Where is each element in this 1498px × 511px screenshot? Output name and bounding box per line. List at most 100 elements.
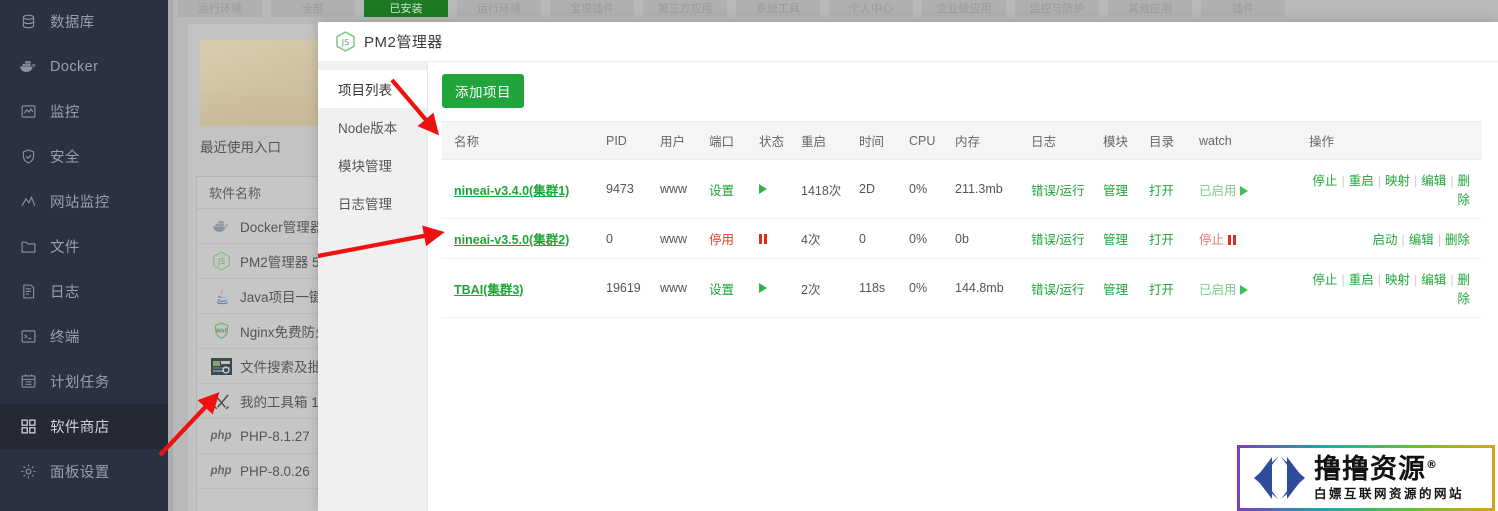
restart-count: 4次 [801,233,821,247]
category-tab-8[interactable]: 企业级应用 [922,0,1006,17]
status-stopped-icon [759,233,768,244]
pm2-manager-dialog: JS PM2管理器 项目列表 Node版本 模块管理 日志管理 添加项目 名称 PID 用… [318,22,1498,511]
op-link-3[interactable]: 编辑 [1421,273,1446,287]
filesearch-icon [209,356,233,376]
port-link[interactable]: 设置 [709,184,734,198]
category-tab-9[interactable]: 监控与防护 [1015,0,1099,17]
module-link[interactable]: 管理 [1103,283,1128,297]
dialog-header: JS PM2管理器 [318,22,1498,62]
log-link[interactable]: 错误/运行 [1031,233,1084,247]
tab-label: 运行环境 [198,3,242,15]
module-link[interactable]: 管理 [1103,233,1128,247]
op-link-1[interactable]: 编辑 [1409,233,1434,247]
sidebar-item-9[interactable]: 计划任务 [0,359,173,404]
op-link-3[interactable]: 编辑 [1421,174,1446,188]
sidebar-item-5[interactable]: 网站监控 [0,179,173,224]
table-row: nineai-v3.4.0(集群1) 9473 www 设置 1418次 2D 0% 211.… [442,159,1482,219]
category-tab-0[interactable]: 运行环境 [178,0,262,17]
directory-link[interactable]: 打开 [1149,233,1174,247]
tab-label: 第三方应用 [657,3,713,15]
category-tab-11[interactable]: 插件 [1201,0,1285,17]
add-project-button[interactable]: 添加项目 [442,74,524,108]
project-pid: 9473 [606,182,634,196]
op-link-2[interactable]: 删除 [1445,233,1470,247]
operations-cell: 停止 | 重启 | 映射 | 编辑 | 删除 [1309,159,1482,219]
sidebar-item-label: 日志 [50,285,80,301]
project-name-link[interactable]: nineai-v3.4.0(集群1) [454,184,569,198]
op-link-1[interactable]: 重启 [1349,174,1374,188]
sidebar-item-2[interactable]: Docker [0,44,173,89]
category-tab-1[interactable]: 全部 [271,0,355,17]
category-tab-5[interactable]: 第三方应用 [643,0,727,17]
watch-status[interactable]: 已启用 [1199,184,1237,198]
category-tab-2[interactable]: 已安装 [364,0,448,17]
op-link-2[interactable]: 映射 [1385,273,1410,287]
php-icon: php [210,430,232,442]
column-header-1: PID [606,121,660,160]
dialog-side-menu[interactable]: 项目列表 Node版本 模块管理 日志管理 [318,62,428,511]
op-separator: | [1341,174,1345,188]
sidebar-item-7[interactable]: 日志 [0,269,173,314]
port-link[interactable]: 设置 [709,283,734,297]
category-tab-3[interactable]: 运行环境 [457,0,541,17]
operations-cell: 停止 | 重启 | 映射 | 编辑 | 删除 [1309,258,1482,318]
project-state [759,258,801,318]
sidebar-item-label: Docker [50,58,99,75]
category-tab-7[interactable]: 个人中心 [829,0,913,17]
memory-usage: 211.3mb [955,182,1003,196]
tab-label: 已安装 [389,3,423,15]
op-link-0[interactable]: 停止 [1312,273,1337,287]
log-link[interactable]: 错误/运行 [1031,184,1084,198]
sidebar-item-4[interactable]: 安全 [0,134,173,179]
sidebar-item-11[interactable]: 面板设置 [0,449,173,494]
project-name-link[interactable]: TBAI(集群3) [454,283,523,297]
watch-status[interactable]: 停止 [1199,233,1224,247]
sidebar-scrollbar[interactable] [168,0,173,511]
category-tab-4[interactable]: 宝塔插件 [550,0,634,17]
sidebar-item-10[interactable]: 软件商店 [0,404,173,449]
calendar-icon [17,373,39,391]
column-header-5: 重启 [801,121,859,160]
main-sidebar[interactable]: PHP数据库Docker监控安全网站监控文件日志终端计划任务软件商店面板设置 [0,0,173,511]
column-header-label: 用户 [660,135,686,149]
dialog-main-panel: 添加项目 名称 PID 用户 端口 状态 重启 时间 CPU 内存 日志 模块 目录 watch 操作 n… [428,62,1498,511]
column-header-0: 名称 [442,121,606,160]
category-tab-bar[interactable]: 运行环境 全部 已安装 运行环境 宝塔插件 第三方应用 系统工具 个人中心 企业级应用 监控与防护… [178,0,1498,17]
op-link-4[interactable]: 删除 [1457,174,1470,207]
sidebar-item-6[interactable]: 文件 [0,224,173,269]
category-tab-10[interactable]: 其他应用 [1108,0,1192,17]
port-link[interactable]: 停用 [709,233,734,247]
column-header-label: 目录 [1149,135,1175,149]
dialog-menu-item-0[interactable]: 项目列表 [318,70,427,108]
cpu-usage: 0% [909,281,928,295]
category-tab-6[interactable]: 系统工具 [736,0,820,17]
op-link-4[interactable]: 删除 [1457,273,1470,306]
sidebar-item-1[interactable]: 数据库 [0,0,173,44]
sidebar-item-3[interactable]: 监控 [0,89,173,134]
op-separator: | [1450,273,1454,287]
watch-stopped-icon [1227,235,1237,245]
column-header-label: PID [606,133,627,148]
docker-icon [17,58,39,76]
op-link-1[interactable]: 重启 [1349,273,1374,287]
op-link-0[interactable]: 停止 [1312,174,1337,188]
op-link-0[interactable]: 启动 [1372,233,1397,247]
table-row: nineai-v3.5.0(集群2) 0 www 停用 4次 0 0% 0b 错误/运行 管理 打开… [442,218,1482,259]
op-link-2[interactable]: 映射 [1385,174,1410,188]
dialog-menu-item-2[interactable]: 模块管理 [318,146,427,184]
op-separator: | [1450,174,1454,188]
directory-link[interactable]: 打开 [1149,184,1174,198]
sidebar-item-8[interactable]: 终端 [0,314,173,359]
module-link[interactable]: 管理 [1103,184,1128,198]
directory-link[interactable]: 打开 [1149,283,1174,297]
shield-icon [17,148,39,166]
memory-usage: 144.8mb [955,281,1004,295]
column-header-6: 时间 [859,121,909,160]
project-name-link[interactable]: nineai-v3.5.0(集群2) [454,233,569,247]
dialog-menu-item-3[interactable]: 日志管理 [318,184,427,222]
log-link[interactable]: 错误/运行 [1031,283,1084,297]
dialog-menu-item-1[interactable]: Node版本 [318,108,427,146]
docker-icon [209,216,233,236]
watch-enabled-icon [1240,284,1248,295]
watch-status[interactable]: 已启用 [1199,283,1237,297]
